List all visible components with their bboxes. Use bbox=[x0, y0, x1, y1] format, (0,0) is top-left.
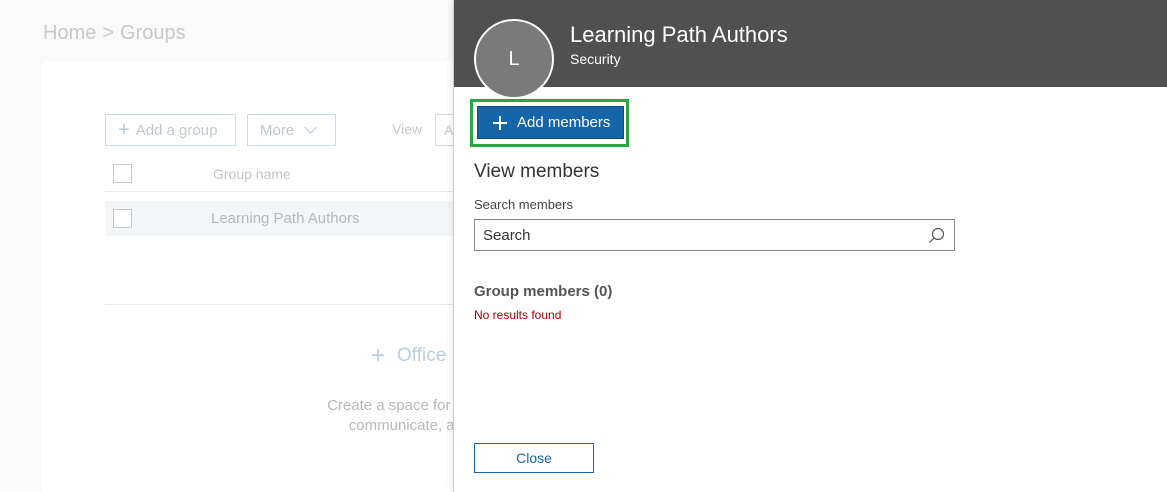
section-divider bbox=[105, 304, 463, 305]
no-results-message: No results found bbox=[474, 308, 562, 322]
description-line-2: communicate, an bbox=[348, 417, 463, 434]
avatar: L bbox=[474, 19, 554, 99]
plus-icon bbox=[493, 115, 507, 130]
more-label: More bbox=[260, 121, 295, 139]
view-label: View bbox=[392, 121, 423, 137]
search-members-label: Search members bbox=[474, 197, 573, 212]
column-header-group-name[interactable]: Group name bbox=[213, 166, 291, 182]
row-checkbox[interactable] bbox=[113, 209, 132, 228]
more-button[interactable]: More bbox=[247, 114, 336, 146]
breadcrumb-separator: > bbox=[102, 22, 115, 44]
close-button[interactable]: Close bbox=[474, 443, 594, 473]
breadcrumb-current: Groups bbox=[120, 22, 186, 44]
panel-header: Learning Path Authors Security bbox=[454, 0, 1167, 87]
plus-icon: + bbox=[118, 119, 130, 141]
chevron-down-icon bbox=[304, 120, 318, 134]
description-line-1: Create a space for a bbox=[327, 397, 463, 414]
header-divider bbox=[105, 191, 463, 192]
panel-subtitle: Security bbox=[570, 51, 621, 67]
add-group-label: Add a group bbox=[135, 121, 218, 139]
office-label: Office bbox=[397, 345, 447, 366]
group-details-panel: Learning Path Authors Security L Add mem… bbox=[453, 0, 1167, 492]
search-box bbox=[474, 219, 955, 251]
add-office-group-link[interactable]: + Office bbox=[371, 344, 446, 368]
office-description: Create a space for a communicate, an bbox=[300, 396, 463, 436]
add-members-label: Add members bbox=[517, 114, 611, 131]
panel-title: Learning Path Authors bbox=[570, 22, 788, 47]
breadcrumb-home[interactable]: Home bbox=[43, 22, 96, 44]
breadcrumb: Home > Groups bbox=[43, 22, 186, 45]
add-group-button[interactable]: + Add a group bbox=[105, 114, 236, 146]
plus-icon: + bbox=[371, 342, 386, 369]
search-input[interactable] bbox=[475, 220, 915, 250]
select-all-checkbox[interactable] bbox=[113, 164, 132, 183]
view-members-heading: View members bbox=[474, 161, 600, 182]
search-icon[interactable] bbox=[928, 227, 945, 244]
add-members-button[interactable]: Add members bbox=[477, 106, 624, 139]
group-members-heading: Group members (0) bbox=[474, 283, 613, 300]
row-group-name[interactable]: Learning Path Authors bbox=[211, 210, 359, 227]
